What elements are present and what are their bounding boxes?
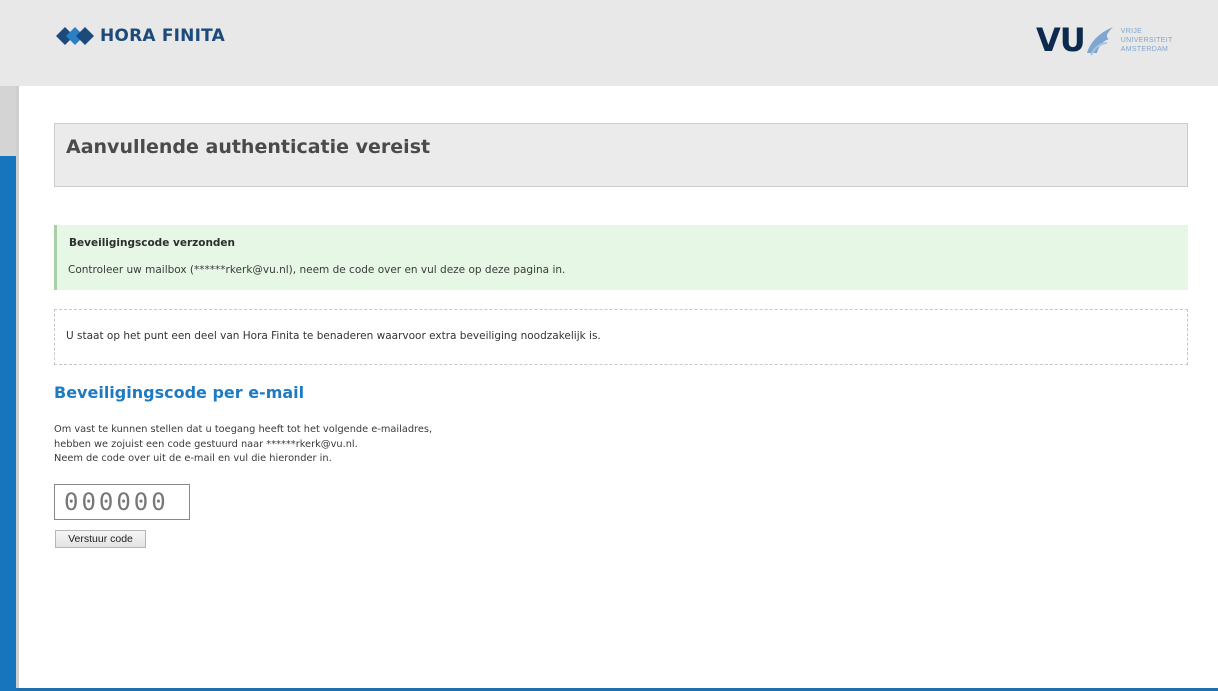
page-title-box: Aanvullende authenticatie vereist — [54, 123, 1188, 187]
university-name-line: AMSTERDAM — [1120, 45, 1169, 53]
description-line: hebben we zojuist een code gestuurd naar… — [54, 438, 358, 450]
vu-logo: VU VRIJE UNIVERSITEIT AMSTERDAM — [1036, 20, 1173, 60]
university-name: VRIJE UNIVERSITEIT AMSTERDAM — [1121, 27, 1173, 54]
diamond-logo-icon — [56, 27, 94, 45]
griffin-icon — [1086, 27, 1113, 56]
description-line: Neem de code over uit de e-mail en vul d… — [54, 453, 332, 464]
app-name: HORA FINITA — [100, 26, 225, 46]
university-name-line: UNIVERSITEIT — [1120, 36, 1173, 44]
success-notice-title: Beveiligingscode verzonden — [69, 237, 236, 249]
info-notice-message: U staat op het punt een deel van Hora Fi… — [66, 330, 601, 342]
side-accent-blue — [0, 156, 17, 691]
top-header: HORA FINITA VU VRIJE UNIVERSITEIT AMSTER… — [0, 0, 1218, 86]
page-title: Aanvullende authenticatie vereist — [66, 136, 431, 158]
email-code-description: Om vast te kunnen stellen dat u toegang … — [54, 423, 432, 467]
success-notice: Beveiligingscode verzonden Controleer uw… — [54, 225, 1188, 290]
security-code-input[interactable] — [54, 484, 190, 520]
success-notice-message: Controleer uw mailbox (******rkerk@vu.nl… — [68, 264, 566, 276]
university-name-line: VRIJE — [1120, 27, 1143, 35]
vu-abbrev: VU — [1036, 21, 1086, 59]
description-line: Om vast te kunnen stellen dat u toegang … — [54, 424, 433, 435]
hora-finita-logo[interactable]: HORA FINITA — [56, 25, 225, 47]
info-notice: U staat op het punt een deel van Hora Fi… — [54, 309, 1188, 365]
send-code-button[interactable]: Verstuur code — [55, 530, 146, 548]
content-shadow — [16, 86, 19, 688]
email-code-heading: Beveiligingscode per e-mail — [54, 383, 305, 402]
